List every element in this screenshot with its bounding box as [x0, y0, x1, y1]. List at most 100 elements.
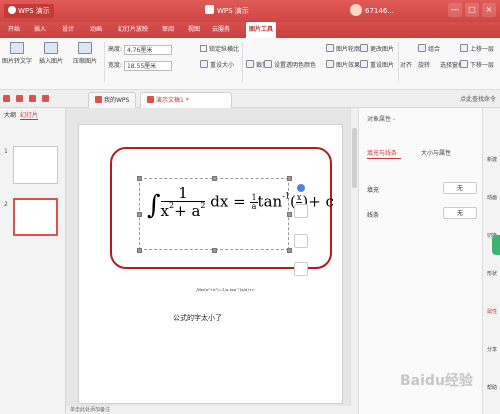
tab-picture-tools[interactable]: 图片工具: [246, 22, 277, 38]
reset-picture-icon: [360, 60, 368, 68]
slide-thumbnail-1[interactable]: [13, 146, 58, 184]
print-icon[interactable]: [42, 95, 49, 102]
resize-handle[interactable]: [212, 176, 217, 181]
reset-picture-button[interactable]: 重设图片: [360, 60, 394, 69]
command-search[interactable]: 点此查找命令: [460, 94, 496, 103]
tab-presentation1[interactable]: 演示文稿1 *: [140, 92, 232, 108]
group-icon: [418, 44, 426, 52]
insert-picture-button[interactable]: 插入图片: [36, 42, 66, 65]
notes-bar[interactable]: 单击此处添加备注: [66, 406, 358, 414]
change-picture-icon: [360, 44, 368, 52]
tab-insert[interactable]: 插入: [34, 22, 46, 38]
sidebar-item-share[interactable]: 分享: [485, 346, 499, 353]
tab-design[interactable]: 设计: [62, 22, 74, 38]
picture-outline-button[interactable]: 图片轮廓: [326, 44, 360, 53]
presentation-icon: [147, 96, 154, 103]
compress-picture-button[interactable]: 压缩图片: [70, 42, 100, 65]
app-menu-button[interactable]: WPS 演示: [4, 4, 54, 18]
sidebar-item-properties[interactable]: 属性: [485, 308, 499, 315]
compress-picture-icon: [78, 42, 92, 54]
slides-panel: 大纲 幻灯片 1 2: [0, 108, 66, 414]
group-button[interactable]: 组合: [418, 44, 440, 53]
ribbon-separator: [242, 42, 243, 82]
crop-icon: [246, 60, 254, 68]
undo-icon[interactable]: [16, 95, 23, 102]
quick-access-toolbar: [3, 95, 49, 102]
resize-handle[interactable]: [287, 176, 292, 181]
integral-sign: ∫: [147, 190, 161, 221]
line-dropdown[interactable]: 无: [443, 207, 477, 219]
document-tabs-bar: 我的WPS 演示文稿1 * 点此查找命令: [0, 90, 500, 108]
window-title: WPS 演示: [205, 4, 249, 18]
resize-handle[interactable]: [137, 212, 142, 217]
bring-forward-button[interactable]: 上移一层: [460, 44, 494, 53]
tab-slideshow[interactable]: 幻灯片放映: [118, 22, 148, 38]
tab-slides[interactable]: 幻灯片: [20, 110, 39, 120]
save-icon[interactable]: [3, 95, 10, 102]
width-input[interactable]: 18.55厘米: [123, 60, 172, 71]
presentation-icon: [205, 5, 214, 14]
tab-fill-line[interactable]: 填充与线条: [367, 148, 397, 157]
small-formula[interactable]: ∫dx/(x²+a²)=1/a tan⁻¹(x/a)+c: [196, 287, 254, 292]
tab-size-props[interactable]: 大小与属性: [421, 148, 451, 157]
slide-thumbnail-2[interactable]: [13, 198, 58, 236]
object-properties-panel: 对象属性 - 填充与线条 大小与属性 填充 无 线条 无: [358, 108, 482, 414]
resize-handle[interactable]: [212, 248, 217, 253]
tab-outline[interactable]: 大纲: [4, 110, 16, 119]
resize-handle[interactable]: [137, 176, 142, 181]
checkbox-icon: [200, 45, 207, 52]
reset-size-button[interactable]: 重设大小: [200, 60, 234, 69]
tab-my-wps[interactable]: 我的WPS: [88, 92, 137, 108]
tab-home[interactable]: 开始: [8, 22, 20, 38]
menu-bar: 开始 插入 设计 动画 幻灯片放映 审阅 视图 云服务 图片工具: [0, 22, 500, 38]
fraction: 1a: [250, 193, 258, 211]
wps-icon: [95, 96, 102, 103]
crop-icon[interactable]: [294, 234, 308, 248]
floating-tab[interactable]: [492, 235, 500, 255]
sidebar-item-help[interactable]: 帮助: [485, 384, 499, 391]
close-button[interactable]: ×: [482, 3, 496, 17]
sidebar-item-animation[interactable]: 动画: [485, 194, 499, 201]
send-backward-button[interactable]: 下移一层: [460, 60, 494, 69]
tab-review[interactable]: 审阅: [162, 22, 174, 38]
scroll-thumb[interactable]: [352, 128, 357, 188]
ribbon-separator: [104, 42, 105, 82]
align-button[interactable]: 对齐: [400, 60, 412, 69]
vertical-scrollbar[interactable]: [350, 108, 358, 406]
maximize-button[interactable]: □: [465, 3, 479, 17]
sidebar-item-shape[interactable]: 形状: [485, 270, 499, 277]
line-label[interactable]: 线条: [367, 210, 379, 219]
height-input[interactable]: 4.76厘米: [123, 44, 172, 55]
tab-animation[interactable]: 动画: [90, 22, 102, 38]
tab-cloud[interactable]: 云服务: [212, 22, 230, 38]
resize-handle[interactable]: [137, 248, 142, 253]
redo-icon[interactable]: [29, 95, 36, 102]
fill-dropdown[interactable]: 无: [443, 182, 477, 194]
layers-icon[interactable]: [294, 262, 308, 276]
set-transparent-button[interactable]: 设置透明色: [264, 60, 304, 69]
fill-label[interactable]: 填充: [367, 185, 379, 194]
rotate-button[interactable]: 旋转: [418, 60, 430, 69]
wps-logo-icon: [8, 6, 16, 14]
picture-effects-button[interactable]: 图片效果: [326, 60, 360, 69]
transparent-icon: [264, 60, 272, 68]
send-backward-icon: [460, 60, 468, 68]
app-name: WPS 演示: [18, 7, 50, 15]
insert-picture-icon: [44, 42, 58, 54]
user-account[interactable]: 67146...: [350, 4, 394, 18]
title-bar: WPS 演示 WPS 演示 67146... — □ ×: [0, 0, 500, 22]
sidebar-item-new[interactable]: 新建: [485, 156, 499, 163]
lock-ratio-checkbox[interactable]: 锁定纵横比: [200, 44, 239, 53]
picture-to-text-button[interactable]: 图片转文字: [2, 42, 32, 65]
tab-view[interactable]: 视图: [188, 22, 200, 38]
slide-number: 2: [4, 201, 8, 208]
slide-number: 1: [4, 148, 8, 155]
avatar: [350, 4, 362, 16]
caption-text[interactable]: 公式的字太小了: [173, 313, 222, 323]
rotate-handle-icon[interactable]: [297, 184, 305, 192]
minimize-button[interactable]: —: [448, 3, 462, 17]
change-picture-button[interactable]: 更改图片: [360, 44, 394, 53]
color-button[interactable]: 颜色: [304, 60, 316, 69]
resize-handle[interactable]: [287, 248, 292, 253]
edit-icon[interactable]: [294, 204, 308, 218]
